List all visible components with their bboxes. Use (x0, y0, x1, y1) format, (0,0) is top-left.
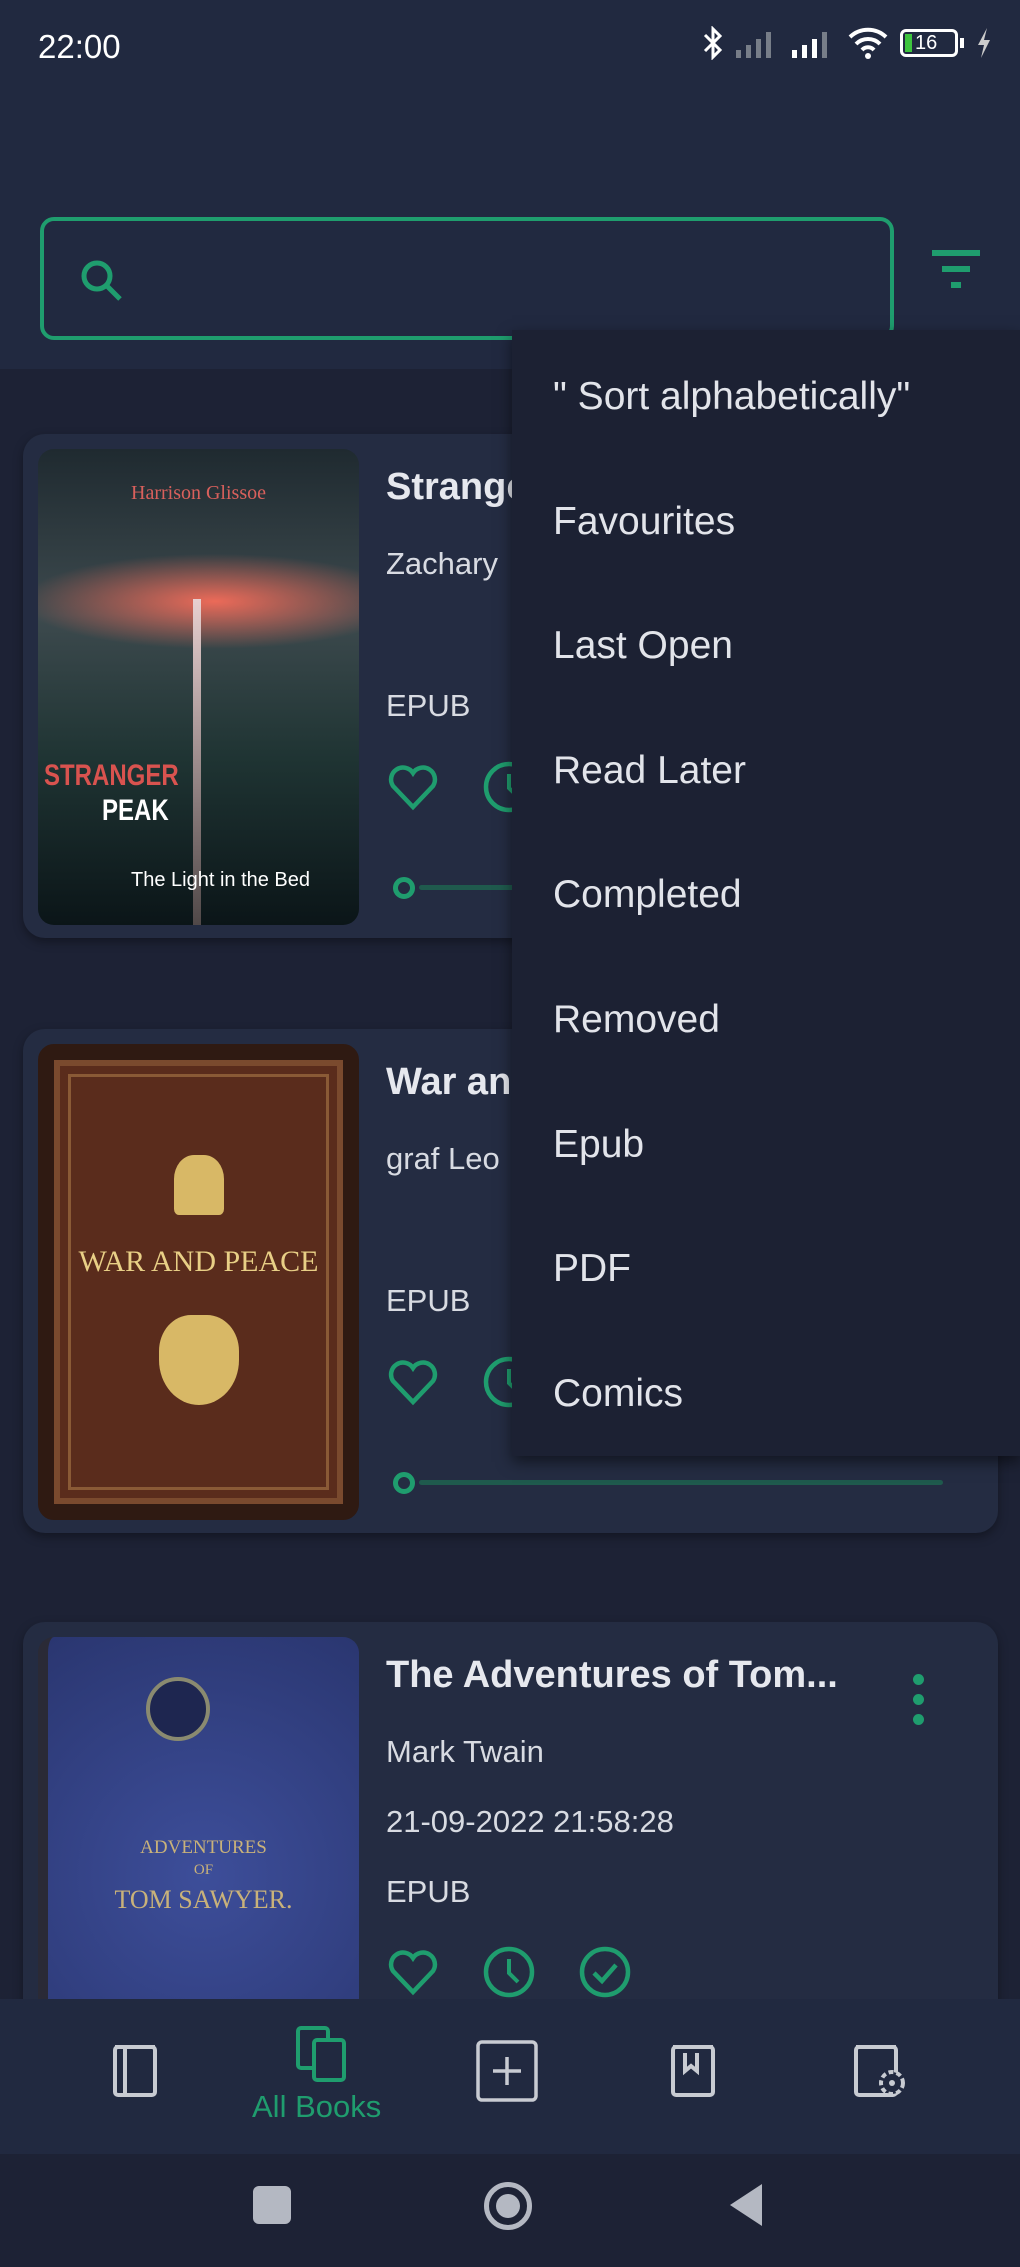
battery-icon: 16 (900, 29, 964, 57)
book-author: Mark Twain (386, 1734, 544, 1769)
book-author: graf Leo (386, 1141, 500, 1176)
nav-all-books-label[interactable]: All Books (252, 2089, 381, 2125)
home-button[interactable] (484, 2182, 532, 2230)
menu-item-last-open[interactable]: Last Open (553, 624, 733, 668)
book-icon (113, 2045, 157, 2097)
menu-item-read-later[interactable]: Read Later (553, 749, 746, 793)
book-author: Zachary (386, 546, 498, 581)
sort-filter-menu: " Sort alphabetically" Favourites Last O… (512, 330, 1020, 1456)
menu-item-comics[interactable]: Comics (553, 1372, 683, 1416)
status-time: 22:00 (38, 28, 121, 65)
menu-item-removed[interactable]: Removed (553, 998, 720, 1042)
nav-reading[interactable] (95, 2039, 175, 2109)
cover-title: ADVENTURES (140, 1837, 267, 1858)
menu-item-pdf[interactable]: PDF (553, 1247, 631, 1291)
books-icon (296, 2026, 346, 2082)
battery-level: 16 (915, 31, 938, 54)
charging-icon (978, 28, 990, 58)
nav-all-books[interactable] (282, 2024, 362, 2094)
bookmark-book-icon (671, 2045, 715, 2097)
menu-item-completed[interactable]: Completed (553, 873, 742, 917)
book-format: EPUB (386, 688, 471, 723)
book-cover: Harrison Glissoe STRANGER PEAK The Light… (38, 449, 359, 925)
favourite-heart-icon[interactable] (385, 1354, 441, 1410)
recents-button[interactable] (253, 2186, 291, 2224)
favourite-heart-icon[interactable] (385, 759, 441, 815)
search-input[interactable] (40, 217, 894, 340)
book-cover: WAR AND PEACE (38, 1044, 359, 1520)
cover-title: OF (193, 1862, 214, 1878)
completed-check-icon[interactable] (577, 1944, 633, 2000)
cover-title: WAR AND PEACE (78, 1245, 319, 1278)
bluetooth-icon (703, 26, 723, 60)
book-format: EPUB (386, 1874, 471, 1909)
status-bar: 22:00 16 (0, 0, 1020, 90)
back-button[interactable] (728, 2182, 764, 2228)
read-later-clock-icon[interactable] (481, 1944, 537, 2000)
favourite-heart-icon[interactable] (385, 1944, 441, 2000)
nav-add-book[interactable] (467, 2039, 547, 2109)
book-title[interactable]: The Adventures of Tom... (386, 1654, 838, 1697)
filter-icon[interactable] (930, 248, 982, 292)
wifi-icon (848, 27, 888, 59)
add-book-icon (476, 2040, 538, 2102)
system-navigation-bar (0, 2154, 1020, 2267)
cover-title: STRANGER (44, 759, 179, 792)
more-options-icon[interactable] (913, 1674, 927, 1734)
menu-item-favourites[interactable]: Favourites (553, 500, 735, 544)
book-format: EPUB (386, 1283, 471, 1318)
menu-item-epub[interactable]: Epub (553, 1123, 644, 1167)
book-date: 21-09-2022 21:58:28 (386, 1804, 674, 1839)
nav-bookmarks[interactable] (653, 2039, 733, 2109)
signal-icon (792, 32, 827, 58)
book-settings-icon (854, 2045, 905, 2097)
menu-item-sort-alphabetically[interactable]: " Sort alphabetically" (553, 375, 910, 419)
cover-title: PEAK (102, 794, 169, 827)
reading-progress-slider[interactable] (393, 1472, 943, 1494)
bottom-navigation: All Books (0, 1999, 1020, 2154)
cover-title: TOM SAWYER. (114, 1885, 293, 1914)
nav-settings[interactable] (840, 2039, 920, 2109)
search-icon (81, 260, 122, 301)
cover-subtitle: The Light in the Bed (131, 869, 311, 891)
cover-author: Harrison Glissoe (131, 482, 266, 504)
signal-icon (736, 32, 771, 58)
